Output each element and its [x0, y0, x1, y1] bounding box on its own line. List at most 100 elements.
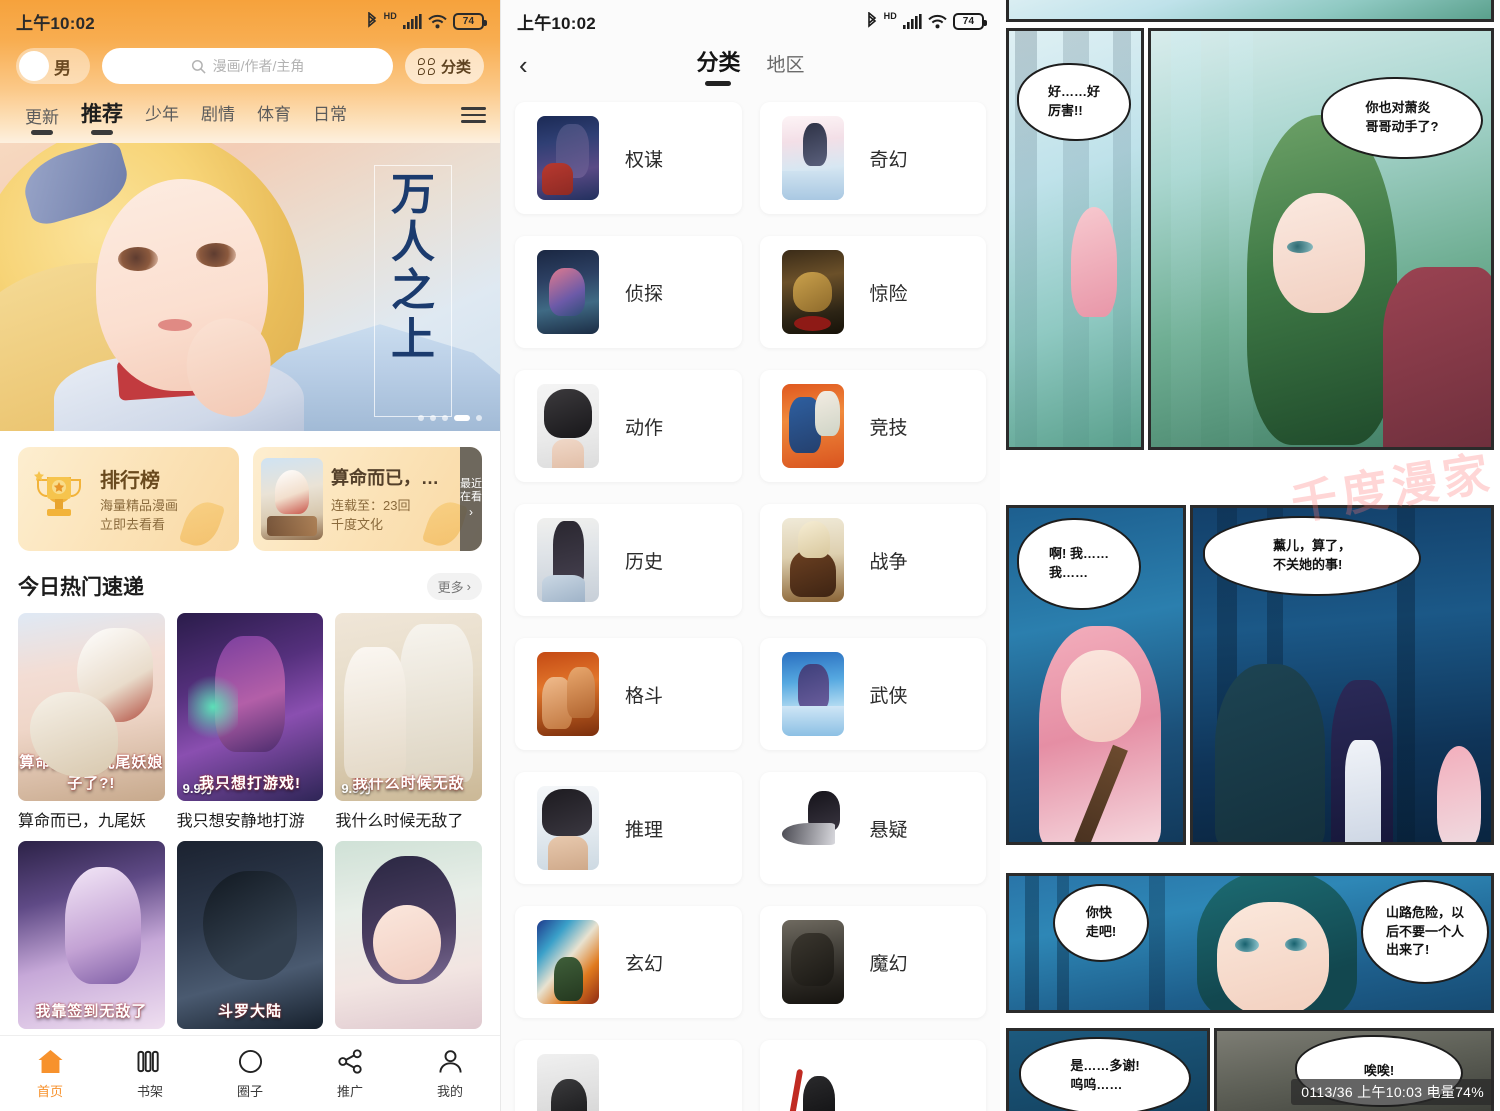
comic-panel-top	[1006, 0, 1494, 22]
bluetooth-icon	[867, 12, 876, 28]
category-thumbnail	[781, 384, 844, 468]
category-item-zhentan[interactable]: 侦探	[515, 236, 742, 348]
recent-reading-tab[interactable]: 最近在看 ›	[460, 447, 482, 551]
category-item-qihuan[interactable]: 奇幻	[759, 102, 986, 214]
hero-banner[interactable]: 万 人 之 上	[0, 143, 500, 431]
comic-card[interactable]: 斗罗大陆	[176, 841, 324, 1029]
bubble-text: 你也对萧炎 哥哥动手了?	[1365, 100, 1439, 134]
tab-drama[interactable]: 剧情	[190, 96, 246, 135]
nav-label: 圈子	[236, 1083, 263, 1099]
nav-item-home[interactable]: 首页	[0, 1048, 100, 1100]
banner-char-2: 人	[391, 217, 435, 269]
bookshelf-icon	[137, 1048, 164, 1076]
nav-label: 推广	[336, 1083, 363, 1099]
category-list[interactable]: 权谋 奇幻 侦探 惊险 动作 竞技 历史 战争 格斗 武侠 推理 悬疑 玄幻 魔…	[501, 94, 1000, 1111]
category-item-jingji[interactable]: 竞技	[759, 370, 986, 482]
category-label: 侦探	[625, 283, 664, 305]
bluetooth-icon	[367, 12, 376, 28]
category-button-label: 分类	[440, 58, 471, 76]
category-item-xuanyi[interactable]: 悬疑	[759, 772, 986, 884]
signal-icon	[403, 13, 422, 29]
category-button[interactable]: 分类	[404, 48, 484, 84]
category-tab-bar: 分类 地区	[501, 45, 1000, 86]
category-label: 魔幻	[869, 953, 908, 975]
recent-promo-card[interactable]: 算命而已，… 连载至：23回 千度文化 最近在看 ›	[253, 447, 482, 551]
comic-cover: 9.9分 我什么时候无敌	[335, 613, 482, 801]
comic-cover: 9.9分 我只想打游戏!	[176, 613, 324, 801]
category-header: ‹ 分类 地区	[501, 42, 1000, 94]
category-item-partial-left[interactable]	[515, 1040, 742, 1111]
category-item-gedou[interactable]: 格斗	[515, 638, 742, 750]
comic-card[interactable]: 9.9分 我什么时候无敌 我什么时候无敌了	[335, 613, 482, 831]
cover-badge: 算命而已，九尾妖娘子了?!	[19, 754, 164, 792]
nav-item-circle[interactable]: 圈子	[200, 1048, 300, 1100]
category-thumbnail	[537, 250, 599, 334]
category-item-partial-right[interactable]	[759, 1040, 986, 1111]
category-item-mohuan[interactable]: 魔幻	[759, 906, 986, 1018]
status-icons: HD 74	[866, 11, 987, 30]
recent-tab-chevron: ›	[469, 505, 473, 520]
category-thumbnail	[781, 518, 844, 602]
more-label: 更多	[437, 579, 464, 595]
tab-daily[interactable]: 日常	[302, 96, 358, 135]
category-thumbnail	[781, 786, 844, 870]
promo-card-row: 排行榜 海量精品漫画 立即去看看 算命而已，… 连载至：23回 千度文化 最近在…	[0, 431, 500, 561]
home-screen: 上午10:02 HD 74 男 漫画/作者/主角 分类 更新 推荐 少年 剧情 …	[0, 0, 500, 1111]
speech-bubble-3: 啊! 我…… 我……	[1017, 518, 1141, 610]
hamburger-menu-icon[interactable]	[461, 107, 486, 135]
comic-panel-1: 好……好 厉害!!	[1006, 28, 1144, 450]
tab-sports[interactable]: 体育	[246, 96, 302, 135]
nav-item-promotion[interactable]: 推广	[300, 1048, 400, 1100]
speech-bubble-2: 你也对萧炎 哥哥动手了?	[1321, 77, 1483, 159]
tab-category[interactable]: 分类	[696, 45, 740, 86]
comic-card[interactable]: 算命而已，九尾妖娘子了?! 算命而已，九尾妖	[18, 613, 165, 831]
character-pink-girl	[1071, 207, 1117, 317]
category-item-tuili[interactable]: 推理	[515, 772, 742, 884]
category-thumbnail	[537, 786, 599, 870]
reader-status-overlay: 0113/36 上午10:03 电量74%	[1291, 1079, 1494, 1105]
more-button[interactable]: 更多 ›	[426, 572, 482, 600]
tab-update[interactable]: 更新	[14, 99, 70, 135]
comic-card[interactable]	[335, 841, 482, 1029]
tab-recommend[interactable]: 推荐	[70, 94, 134, 135]
category-thumbnail	[537, 1054, 599, 1111]
tab-shonen[interactable]: 少年	[134, 96, 190, 135]
trophy-icon	[30, 469, 92, 530]
banner-title: 万 人 之 上	[374, 165, 452, 417]
category-item-lishi[interactable]: 历史	[515, 504, 742, 616]
category-item-zhanzheng[interactable]: 战争	[759, 504, 986, 616]
comic-card[interactable]: 9.9分 我只想打游戏! 我只想安静地打游	[176, 613, 324, 831]
category-item-dongzuo[interactable]: 动作	[515, 370, 742, 482]
banner-pagination-dots[interactable]	[418, 415, 482, 421]
comic-reader-screen[interactable]: 好……好 厉害!! 你也对萧炎 哥哥动手了? 啊! 我…… 我…… 薰儿，算了，…	[1000, 0, 1500, 1111]
wifi-icon	[928, 14, 947, 28]
category-label: 权谋	[625, 149, 664, 171]
nav-item-mine[interactable]: 我的	[400, 1048, 500, 1100]
comic-title: 算命而已，九尾妖	[18, 813, 147, 830]
category-label: 竞技	[869, 417, 908, 439]
category-thumbnail	[781, 250, 844, 334]
nav-item-bookshelf[interactable]: 书架	[100, 1048, 200, 1100]
category-item-wuxia[interactable]: 武侠	[759, 638, 986, 750]
gender-toggle[interactable]: 男	[16, 48, 90, 84]
category-thumbnail	[537, 116, 599, 200]
comic-title: 我只想安静地打游	[176, 813, 305, 830]
ranking-promo-card[interactable]: 排行榜 海量精品漫画 立即去看看	[18, 447, 239, 551]
category-thumbnail	[537, 652, 599, 736]
category-item-jingxian[interactable]: 惊险	[759, 236, 986, 348]
tab-region[interactable]: 地区	[767, 50, 805, 86]
reader-viewport[interactable]: 好……好 厉害!! 你也对萧炎 哥哥动手了? 啊! 我…… 我…… 薰儿，算了，…	[1000, 0, 1500, 1111]
category-item-quanmou[interactable]: 权谋	[515, 102, 742, 214]
grid-icon	[417, 57, 435, 75]
status-bar: 上午10:02 HD 74	[0, 0, 500, 42]
category-item-xuanhuan[interactable]: 玄幻	[515, 906, 742, 1018]
hot-section-header: 今日热门速递 更多 ›	[0, 561, 500, 613]
battery-icon: 74	[953, 12, 987, 30]
comic-card[interactable]: 我靠签到无敌了	[18, 841, 165, 1029]
category-thumbnail	[781, 1054, 844, 1111]
category-thumbnail	[537, 384, 599, 468]
signal-icon	[903, 13, 922, 29]
search-input[interactable]: 漫画/作者/主角	[102, 48, 393, 84]
cover-badge: 我靠签到无敌了	[35, 1003, 148, 1020]
comic-panel-2: 你也对萧炎 哥哥动手了?	[1148, 28, 1494, 450]
